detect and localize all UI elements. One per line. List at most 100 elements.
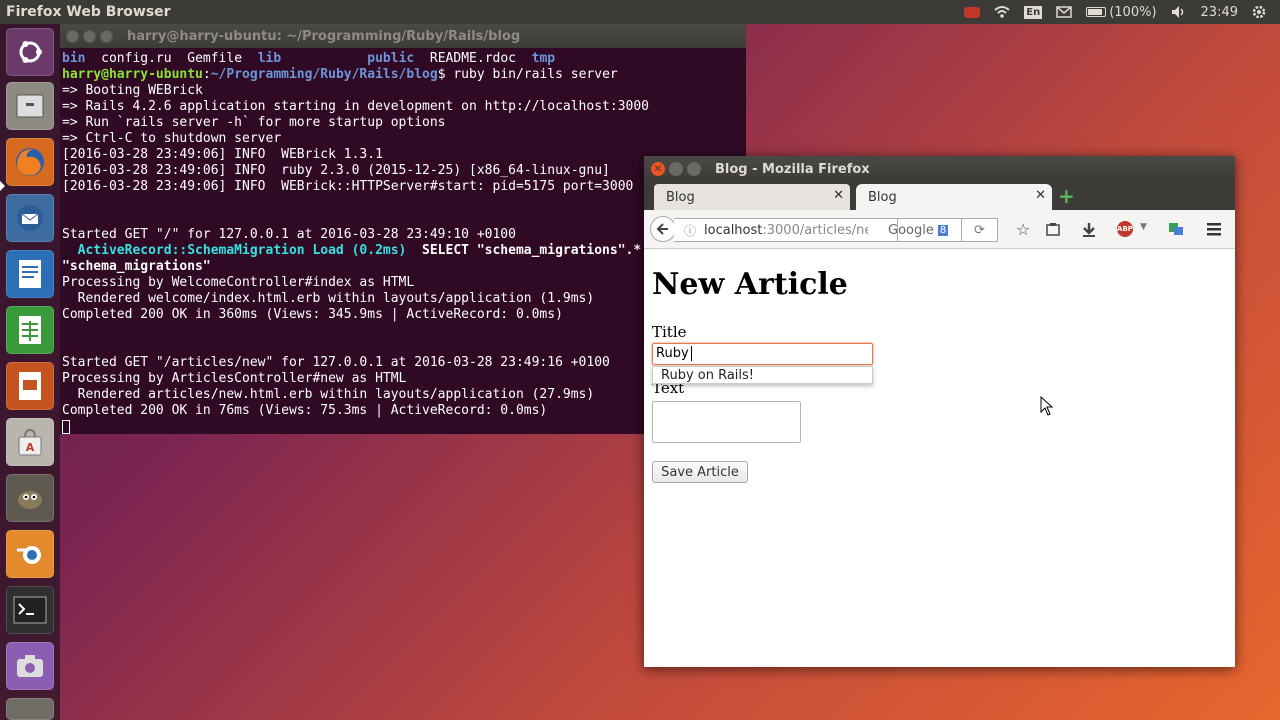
recording-icon[interactable] bbox=[964, 6, 981, 18]
terminal-line: Started GET "/articles/new" for 127.0.0.… bbox=[62, 355, 610, 370]
bookmark-star-icon[interactable]: ☆ bbox=[1016, 220, 1030, 239]
adblock-icon[interactable]: ABP bbox=[1117, 221, 1133, 237]
google-badge-icon: 8 bbox=[937, 224, 949, 236]
tab-close-icon[interactable]: ✕ bbox=[1035, 188, 1046, 203]
text-textarea[interactable] bbox=[652, 401, 801, 443]
battery-percentage: (100%) bbox=[1109, 4, 1157, 20]
terminal-close-button[interactable] bbox=[66, 29, 79, 43]
terminal-line: Rendered articles/new.html.erb within la… bbox=[62, 387, 595, 402]
gimp-icon[interactable] bbox=[6, 474, 54, 522]
firefox-logo-icon bbox=[16, 148, 44, 176]
calc-icon[interactable] bbox=[6, 306, 54, 354]
terminal-line: Completed 200 OK in 76ms (Views: 75.3ms … bbox=[62, 403, 548, 418]
maximize-window-button[interactable] bbox=[687, 162, 701, 176]
gear-icon[interactable] bbox=[1252, 5, 1266, 19]
search-bar[interactable]: Google 8 bbox=[888, 218, 962, 242]
reading-list-icon[interactable] bbox=[1046, 222, 1060, 236]
terminal-line: Started GET "/" for 127.0.0.1 at 2016-03… bbox=[62, 227, 516, 242]
ls-entry: tmp bbox=[531, 51, 556, 66]
tab-blog-2[interactable]: Blog ✕ bbox=[856, 184, 1052, 210]
activerecord-log-sql: SELECT "schema_migrations".* FROM bbox=[406, 243, 681, 258]
blender-icon[interactable] bbox=[6, 530, 54, 578]
ls-entry: bin bbox=[62, 51, 86, 66]
tab-blog-1[interactable]: Blog ✕ bbox=[654, 184, 850, 210]
shopping-bag-icon: A bbox=[18, 428, 42, 456]
terminal-line: Completed 200 OK in 360ms (Views: 345.9m… bbox=[62, 307, 563, 322]
svg-text:A: A bbox=[26, 441, 35, 454]
prompt-separator: : bbox=[202, 67, 211, 82]
screenshot-icon[interactable] bbox=[6, 642, 54, 690]
title-input[interactable]: Ruby bbox=[652, 343, 873, 365]
ubuntu-dash-icon[interactable] bbox=[6, 28, 54, 76]
terminal-line: [2016-03-28 23:49:06] INFO ruby 2.3.0 (2… bbox=[62, 163, 610, 178]
reload-button[interactable]: ⟳ bbox=[962, 218, 998, 242]
file-cabinet-icon bbox=[16, 94, 44, 118]
window-title: Blog - Mozilla Firefox bbox=[715, 161, 870, 177]
volume-icon[interactable] bbox=[1171, 5, 1187, 19]
wilber-icon bbox=[18, 491, 42, 509]
url-host: localhost bbox=[704, 222, 763, 238]
tab-label: Blog bbox=[666, 189, 695, 205]
activerecord-log-table: "schema_migrations" bbox=[62, 259, 211, 274]
terminal-titlebar[interactable]: harry@harry-ubuntu: ~/Programming/Ruby/R… bbox=[60, 24, 746, 48]
back-arrow-icon bbox=[656, 223, 668, 235]
new-tab-icon[interactable]: + bbox=[1058, 186, 1075, 206]
url-bar[interactable]: ⓘ localhost:3000/articles/new bbox=[674, 218, 898, 242]
minimize-window-button[interactable] bbox=[669, 162, 683, 176]
thunderbird-icon[interactable] bbox=[6, 194, 54, 242]
translate-icon[interactable] bbox=[1168, 222, 1184, 236]
blender-logo-icon bbox=[17, 546, 41, 564]
battery-icon bbox=[1086, 7, 1107, 17]
prompt-command: $ ruby bin/rails server bbox=[437, 67, 618, 82]
terminal-icon[interactable] bbox=[6, 586, 54, 634]
text-caret bbox=[690, 346, 692, 361]
spreadsheet-icon bbox=[19, 316, 41, 344]
info-icon[interactable]: ⓘ bbox=[684, 222, 696, 239]
wifi-icon[interactable] bbox=[994, 5, 1010, 19]
terminal-cursor bbox=[62, 419, 70, 434]
writer-icon[interactable] bbox=[6, 250, 54, 298]
terminal-line: [2016-03-28 23:49:06] INFO WEBrick 1.3.1 bbox=[62, 147, 383, 162]
active-app-indicator bbox=[0, 181, 5, 191]
battery-indicator[interactable]: (100%) bbox=[1086, 4, 1157, 20]
presentation-icon bbox=[19, 372, 41, 400]
launcher: A bbox=[0, 24, 60, 720]
top-panel: Firefox Web Browser En (100%) 23:49 bbox=[0, 0, 1280, 24]
download-icon[interactable] bbox=[1082, 222, 1096, 237]
title-input-value: Ruby bbox=[656, 346, 689, 361]
save-article-button[interactable]: Save Article bbox=[652, 461, 748, 483]
document-icon bbox=[19, 260, 41, 288]
ls-entry: config.ru bbox=[101, 51, 172, 66]
ls-entry: README.rdoc bbox=[429, 51, 516, 66]
mouse-pointer-icon bbox=[1040, 396, 1054, 416]
software-center-icon[interactable]: A bbox=[6, 418, 54, 466]
tab-label: Blog bbox=[868, 189, 897, 205]
tab-close-icon[interactable]: ✕ bbox=[833, 188, 844, 203]
terminal-minimize-button[interactable] bbox=[83, 29, 96, 43]
terminal-line: Rendered welcome/index.html.erb within l… bbox=[62, 291, 595, 306]
clock[interactable]: 23:49 bbox=[1201, 5, 1238, 20]
terminal-line: => Booting WEBrick bbox=[62, 83, 203, 98]
tab-strip: Blog ✕ Blog ✕ + bbox=[644, 182, 1235, 210]
terminal-line: => Rails 4.2.6 application starting in d… bbox=[62, 99, 649, 114]
camera-icon bbox=[17, 655, 43, 677]
files-icon[interactable] bbox=[6, 82, 54, 130]
trash-icon[interactable] bbox=[6, 698, 54, 720]
autocomplete-suggestion[interactable]: Ruby on Rails! bbox=[652, 366, 873, 384]
terminal-line: => Ctrl-C to shutdown server bbox=[62, 131, 282, 146]
chevron-down-icon[interactable]: ▼ bbox=[1140, 222, 1147, 232]
impress-icon[interactable] bbox=[6, 362, 54, 410]
hamburger-menu-icon[interactable] bbox=[1206, 222, 1222, 236]
mail-icon[interactable] bbox=[1056, 6, 1072, 18]
terminal-title: harry@harry-ubuntu: ~/Programming/Ruby/R… bbox=[127, 28, 521, 44]
firefox-icon[interactable] bbox=[6, 138, 54, 186]
firefox-window[interactable]: ✕ Blog - Mozilla Firefox Blog ✕ Blog ✕ +… bbox=[644, 156, 1235, 667]
navigation-toolbar: ⓘ localhost:3000/articles/new Google8 ⟳ … bbox=[644, 210, 1235, 249]
close-window-button[interactable]: ✕ bbox=[651, 162, 665, 176]
firefox-titlebar[interactable]: ✕ Blog - Mozilla Firefox bbox=[644, 156, 1235, 182]
terminal-maximize-button[interactable] bbox=[100, 29, 113, 43]
back-button[interactable] bbox=[650, 216, 676, 242]
terminal-line: [2016-03-28 23:49:06] INFO WEBrick::HTTP… bbox=[62, 179, 634, 194]
title-label: Title bbox=[652, 323, 687, 341]
keyboard-layout-indicator[interactable]: En bbox=[1024, 5, 1043, 19]
